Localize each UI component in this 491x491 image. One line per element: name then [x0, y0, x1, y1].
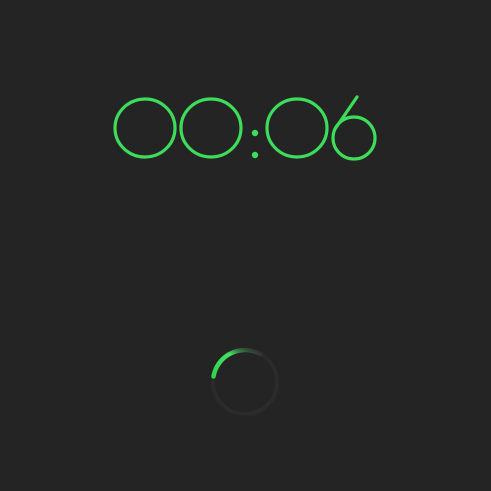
elapsed-time-display: 00:06 — [0, 95, 491, 161]
colon-dot-bottom — [251, 151, 259, 159]
minutes-ones-digit — [179, 97, 243, 159]
minutes-tens-digit — [113, 97, 177, 159]
elapsed-time-glyphs — [113, 95, 377, 161]
seconds-ones-digit — [331, 95, 377, 161]
colon-dot-top — [251, 129, 259, 137]
stopwatch-screen: 00:06 — [0, 0, 491, 491]
spinner-arc — [211, 347, 263, 379]
loading-spinner — [210, 345, 280, 415]
seconds-tens-digit — [265, 97, 329, 159]
